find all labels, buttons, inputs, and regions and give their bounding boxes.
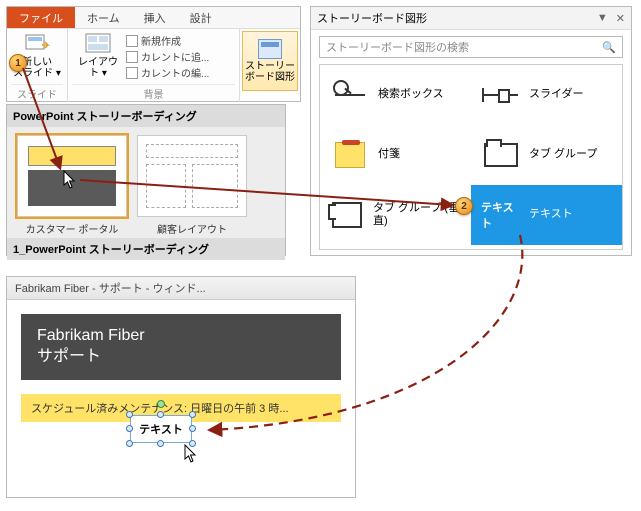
thumbnail-customer-layout[interactable]: 顧客レイアウト <box>137 135 247 236</box>
shape-search-input[interactable]: ストーリーボード図形の検索 🔍 <box>319 36 623 58</box>
bg-new-button[interactable]: 新規作成 <box>126 33 209 48</box>
thumbnail-frame <box>137 135 247 217</box>
resize-handle[interactable] <box>189 440 196 447</box>
storyboard-shapes-button[interactable]: ストーリーボード図形 <box>242 31 298 91</box>
tabgroup-icon <box>484 143 518 167</box>
chevron-down-icon[interactable]: ▼ <box>597 12 608 25</box>
new-slide-icon <box>24 33 50 55</box>
tab-design[interactable]: 設計 <box>178 7 224 28</box>
storyboard-shapes-icon <box>258 39 282 59</box>
doc-icon <box>126 67 138 79</box>
thumbnails-panel: PowerPoint ストーリーボーディング カスタマー ポータル 顧客レイアウ… <box>6 104 286 256</box>
shape-list: 検索ボックス スライダー 付箋 タブ グループ タブ グループ (垂直) テキス… <box>319 64 623 250</box>
resize-handle[interactable] <box>157 411 164 418</box>
resize-handle[interactable] <box>126 425 133 432</box>
close-icon[interactable]: ✕ <box>616 12 625 25</box>
group-background: レイアウト ▾ 新規作成 カレントに追... カレントの編... 背景 <box>68 29 240 102</box>
doc-icon <box>126 51 138 63</box>
ribbon-tabs: ファイル ホーム 挿入 設計 <box>7 7 300 29</box>
searchbox-icon <box>335 94 365 96</box>
pane-title: ストーリーボード図形 <box>317 10 427 26</box>
bg-addcurrent-button[interactable]: カレントに追... <box>126 49 209 64</box>
step-badge-2: 2 <box>455 197 473 215</box>
shape-text[interactable]: テキスト テキスト <box>471 185 622 245</box>
group-sbshape: ストーリーボード図形 <box>240 29 300 102</box>
search-placeholder: ストーリーボード図形の検索 <box>326 39 469 55</box>
layout-label: レイアウト ▾ <box>74 57 122 79</box>
vtabgroup-icon <box>332 202 362 228</box>
storyboard-shapes-label: ストーリーボード図形 <box>243 61 297 83</box>
thumbnail-customer-portal[interactable]: カスタマー ポータル <box>17 135 127 236</box>
storyboard-shapes-pane: ストーリーボード図形 ▼ ✕ ストーリーボード図形の検索 🔍 検索ボックス スラ… <box>310 6 632 256</box>
group-slide-label: スライド <box>11 84 63 102</box>
shape-tabgroup[interactable]: タブ グループ <box>471 125 622 185</box>
shape-searchbox[interactable]: 検索ボックス <box>320 65 471 125</box>
tab-insert[interactable]: 挿入 <box>132 7 178 28</box>
bg-editcurrent-button[interactable]: カレントの編... <box>126 65 209 80</box>
resize-handle[interactable] <box>126 411 133 418</box>
step-badge-1: 1 <box>9 54 27 72</box>
resize-handle[interactable] <box>126 440 133 447</box>
group-background-label: 背景 <box>72 84 235 102</box>
ribbon-body: 新しい スライド ▾ スライド レイアウト ▾ 新規作成 カレントに追... カ… <box>7 29 300 102</box>
resize-handle[interactable] <box>189 425 196 432</box>
banner-line1: Fabrikam Fiber <box>37 326 325 347</box>
thumbnails-footer: 1_PowerPoint ストーリーボーディング <box>7 238 285 260</box>
thumbnail-frame <box>17 135 127 217</box>
preview-title: Fabrikam Fiber - サポート - ウィンド... <box>7 277 355 300</box>
search-icon: 🔍 <box>602 41 616 54</box>
thumbnail-caption: カスタマー ポータル <box>26 221 119 236</box>
shape-sticky[interactable]: 付箋 <box>320 125 471 185</box>
rotate-handle[interactable] <box>157 400 165 408</box>
thumbnails-title: PowerPoint ストーリーボーディング <box>7 105 285 127</box>
banner-line2: サポート <box>37 347 325 368</box>
ribbon: ファイル ホーム 挿入 設計 新しい スライド ▾ スライド レイアウト ▾ <box>6 6 301 102</box>
slider-icon <box>484 94 518 96</box>
doc-icon <box>126 35 138 47</box>
tab-home[interactable]: ホーム <box>75 7 132 28</box>
thumbnail-caption: 顧客レイアウト <box>157 221 227 236</box>
text-shape-label: テキスト <box>139 421 183 437</box>
tab-file[interactable]: ファイル <box>7 7 75 28</box>
shape-vtabgroup[interactable]: タブ グループ (垂直) <box>320 185 471 245</box>
preview-banner: Fabrikam Fiber サポート <box>21 314 341 380</box>
sticky-icon <box>335 142 365 168</box>
resize-handle[interactable] <box>189 411 196 418</box>
shape-slider[interactable]: スライダー <box>471 65 622 125</box>
inserted-text-shape[interactable]: テキスト <box>130 415 192 443</box>
pane-title-bar: ストーリーボード図形 ▼ ✕ <box>311 7 631 30</box>
layout-button[interactable]: レイアウト ▾ <box>72 31 124 79</box>
preview-window: Fabrikam Fiber - サポート - ウィンド... Fabrikam… <box>6 276 356 498</box>
resize-handle[interactable] <box>157 440 164 447</box>
text-icon: テキスト <box>481 199 521 231</box>
background-items: 新規作成 カレントに追... カレントの編... <box>126 31 209 80</box>
layout-icon <box>85 33 111 55</box>
